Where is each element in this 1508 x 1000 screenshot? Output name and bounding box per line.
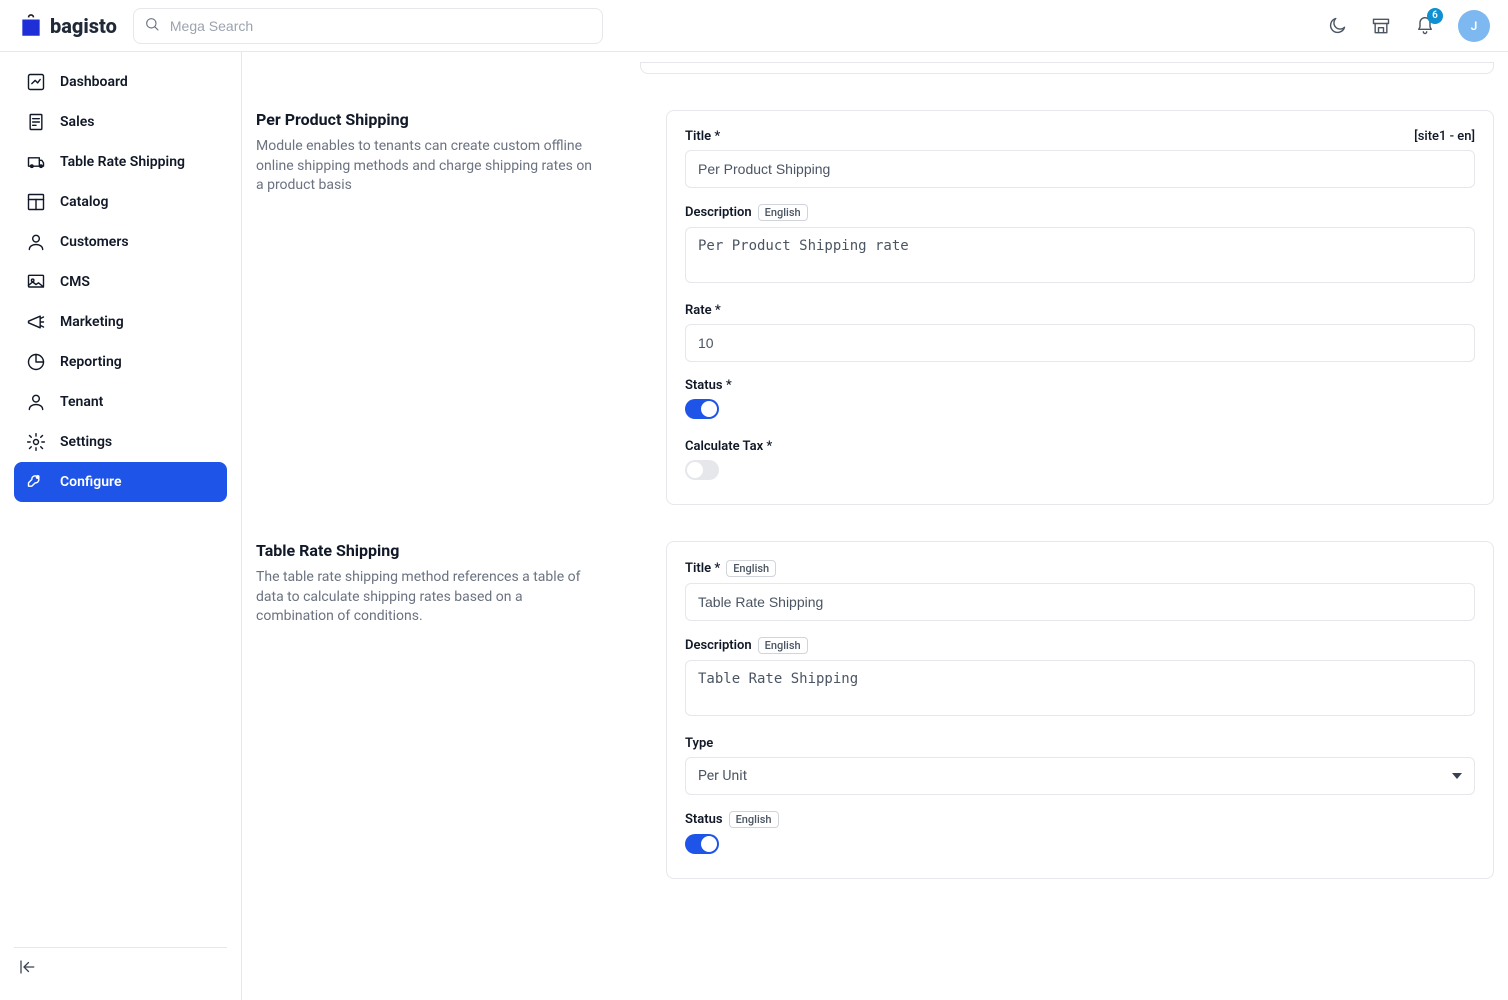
sidebar-item-tablerate[interactable]: Table Rate Shipping: [14, 142, 227, 182]
previous-card-stub: [640, 62, 1494, 74]
sidebar-item-marketing[interactable]: Marketing: [14, 302, 227, 342]
sidebar-item-label: Settings: [60, 434, 112, 450]
header-actions: 6 J: [1326, 10, 1490, 42]
sidebar-item-label: Customers: [60, 234, 129, 250]
lang-tag: English: [726, 560, 776, 577]
search-input[interactable]: [133, 8, 603, 44]
moon-icon: [1327, 16, 1347, 36]
calc-tax-label: Calculate Tax: [685, 439, 772, 454]
marketing-icon: [26, 312, 46, 332]
sidebar: Dashboard Sales Table Rate Shipping Cata…: [0, 52, 242, 1000]
sidebar-item-label: Sales: [60, 114, 94, 130]
title-label: Title: [685, 129, 720, 144]
main-content: Per Product Shipping Module enables to t…: [242, 0, 1508, 955]
dark-mode-toggle[interactable]: [1326, 15, 1348, 37]
table-rate-status-toggle[interactable]: [685, 834, 719, 854]
sidebar-item-catalog[interactable]: Catalog: [14, 182, 227, 222]
customers-icon: [26, 232, 46, 252]
lang-tag: English: [758, 204, 808, 221]
tenant-icon: [26, 392, 46, 412]
table-rate-desc-input[interactable]: [685, 660, 1475, 716]
rate-label: Rate: [685, 303, 721, 318]
section-title: Per Product Shipping: [256, 110, 626, 129]
per-product-desc-input[interactable]: [685, 227, 1475, 283]
table-rate-type-select[interactable]: Per Unit: [685, 757, 1475, 795]
section-title: Table Rate Shipping: [256, 541, 626, 560]
description-label: Description: [685, 638, 752, 653]
lang-tag: English: [758, 637, 808, 654]
app-header: bagisto 6 J: [0, 0, 1508, 52]
sidebar-item-label: Marketing: [60, 314, 124, 330]
description-label: Description: [685, 205, 752, 220]
sidebar-item-settings[interactable]: Settings: [14, 422, 227, 462]
notification-badge: 6: [1427, 8, 1443, 24]
type-label: Type: [685, 736, 713, 751]
store-icon: [1371, 16, 1391, 36]
per-product-calctax-toggle[interactable]: [685, 460, 719, 480]
sidebar-item-label: Reporting: [60, 354, 122, 370]
settings-icon: [26, 432, 46, 452]
status-label: Status: [685, 812, 723, 827]
sidebar-item-customers[interactable]: Customers: [14, 222, 227, 262]
store-link[interactable]: [1370, 15, 1392, 37]
reporting-icon: [26, 352, 46, 372]
sidebar-item-configure[interactable]: Configure: [14, 462, 227, 502]
sidebar-item-sales[interactable]: Sales: [14, 102, 227, 142]
caret-down-icon: [1452, 773, 1462, 779]
avatar[interactable]: J: [1458, 10, 1490, 42]
section-desc: Module enables to tenants can create cus…: [256, 137, 596, 196]
per-product-title-input[interactable]: [685, 150, 1475, 188]
cms-icon: [26, 272, 46, 292]
locale-hint: [site1 - en]: [1414, 129, 1475, 144]
configure-icon: [26, 472, 46, 492]
sidebar-item-label: Configure: [60, 474, 121, 490]
section-desc: The table rate shipping method reference…: [256, 568, 596, 627]
search-icon: [144, 16, 160, 36]
sidebar-item-label: Table Rate Shipping: [60, 154, 185, 170]
status-label: Status: [685, 378, 732, 393]
brand[interactable]: bagisto: [18, 13, 117, 39]
sidebar-item-label: Tenant: [60, 394, 103, 410]
select-value: Per Unit: [698, 768, 747, 784]
sidebar-item-cms[interactable]: CMS: [14, 262, 227, 302]
search-wrap: [133, 8, 603, 44]
section-per-product-shipping: Per Product Shipping Module enables to t…: [256, 110, 1494, 505]
table-rate-title-input[interactable]: [685, 583, 1475, 621]
title-label: Title: [685, 561, 720, 576]
sidebar-item-label: Catalog: [60, 194, 108, 210]
catalog-icon: [26, 192, 46, 212]
dashboard-icon: [26, 72, 46, 92]
sidebar-item-tenant[interactable]: Tenant: [14, 382, 227, 422]
brand-name: bagisto: [50, 14, 117, 38]
sidebar-item-reporting[interactable]: Reporting: [14, 342, 227, 382]
sidebar-collapse-button[interactable]: [18, 958, 223, 980]
sales-icon: [26, 112, 46, 132]
lang-tag: English: [729, 811, 779, 828]
sidebar-item-label: Dashboard: [60, 74, 128, 90]
notifications-button[interactable]: 6: [1414, 15, 1436, 37]
per-product-card: Title [site1 - en] Description English R…: [666, 110, 1494, 505]
brand-icon: [18, 13, 44, 39]
sidebar-item-label: CMS: [60, 274, 90, 290]
table-rate-card: Title English Description English Type P: [666, 541, 1494, 879]
per-product-rate-input[interactable]: [685, 324, 1475, 362]
collapse-icon: [18, 958, 36, 976]
shipping-icon: [26, 152, 46, 172]
section-table-rate-shipping: Table Rate Shipping The table rate shipp…: [256, 541, 1494, 879]
per-product-status-toggle[interactable]: [685, 399, 719, 419]
sidebar-item-dashboard[interactable]: Dashboard: [14, 62, 227, 102]
